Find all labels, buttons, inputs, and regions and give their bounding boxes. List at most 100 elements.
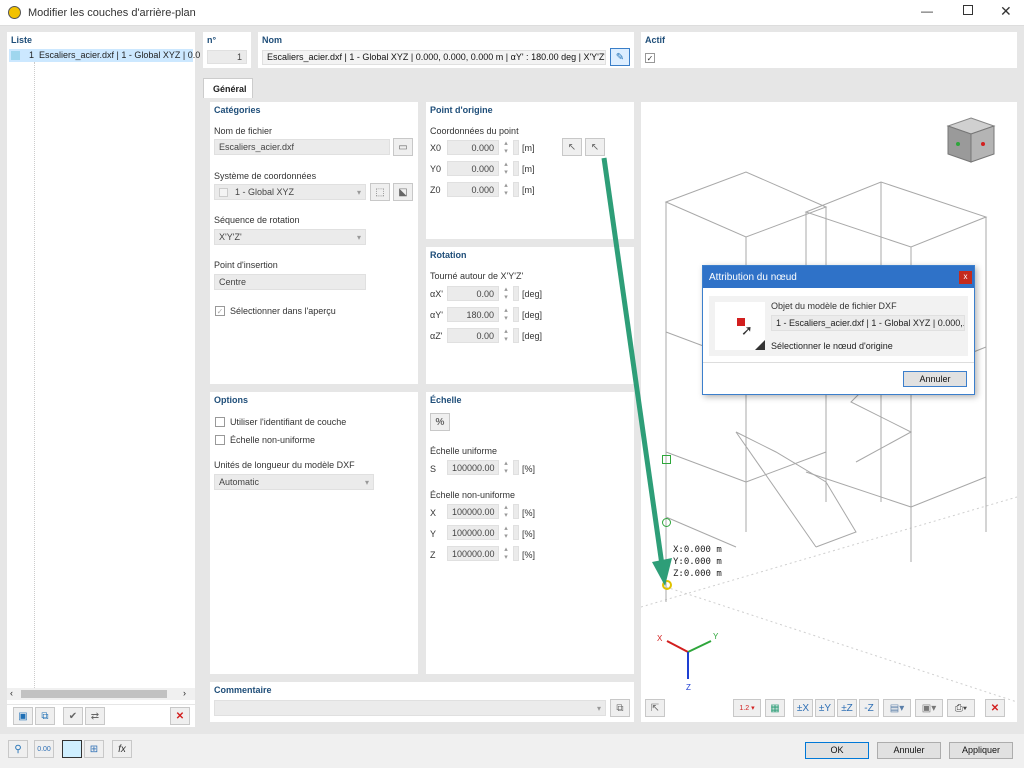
insertion-point-field[interactable]: Centre [214,274,366,290]
reset-view-icon[interactable]: ⇱ [645,699,665,717]
z0-unit: [m] [522,185,535,195]
filename-field[interactable]: Escaliers_acier.dxf [214,139,390,155]
uncheck-all-icon[interactable]: ⇄ [85,707,105,725]
dxf-object-field[interactable]: 1 - Escaliers_acier.dxf | 1 - Global XYZ… [771,315,965,331]
color-icon[interactable] [62,740,82,758]
x0-field[interactable]: 0.000 [447,140,499,155]
az-spacer [513,328,519,343]
y0-stepper[interactable]: ▴ ▾ [499,161,513,177]
sz-spacer [513,546,519,561]
ax-stepper[interactable]: ▴ ▾ [499,286,513,302]
copy-layer-icon[interactable]: ⧉ [35,707,55,725]
print-icon[interactable]: ⎙▾ [947,699,975,717]
z0-axis: Z0 [430,185,441,195]
number-field[interactable]: 1 [207,50,247,64]
x0-stepper[interactable]: ▴ ▾ [499,140,513,156]
pick-node-icon[interactable]: ↖ [585,138,605,156]
horizontal-scrollbar[interactable]: ‹ › [7,688,195,700]
formula-icon[interactable]: fx [112,740,132,758]
view-neg-z-icon[interactable]: -Z [859,699,879,717]
view-x-icon[interactable]: ±X [793,699,813,717]
use-layer-id-checkbox[interactable] [215,417,225,427]
sx-field[interactable]: 100000.00 [447,504,499,519]
az-unit: [deg] [522,331,543,341]
z0-stepper[interactable]: ▴ ▾ [499,182,513,198]
maximize-button[interactable] [963,5,973,15]
categories-header: Catégories [214,105,261,115]
dialog-cancel-button[interactable]: Annuler [903,371,967,387]
comment-header: Commentaire [214,685,272,695]
comment-field[interactable]: ▾ [214,700,606,716]
pick-point-icon[interactable]: ↖ [562,138,582,156]
search-icon[interactable]: ⚲ [8,740,28,758]
nonuniform-scale-label: Échelle non-uniforme [430,490,516,500]
y0-field[interactable]: 0.000 [447,161,499,176]
sz-field[interactable]: 100000.00 [447,546,499,561]
info-icon[interactable]: ⊞ [84,740,104,758]
dialog-title: Attribution du nœud [709,272,797,283]
delete-icon[interactable]: ✕ [170,707,190,725]
edit-coord-system-icon[interactable]: ⬕ [393,183,413,201]
browse-file-icon[interactable]: ▭ [393,138,413,156]
x0-spacer [513,140,519,155]
render-mode-icon[interactable]: ▣▾ [915,699,943,717]
app-icon [8,6,21,19]
new-layer-icon[interactable]: ▣ [13,707,33,725]
cancel-button[interactable]: Annuler [877,742,941,759]
non-uniform-checkbox[interactable] [215,435,225,445]
apply-button[interactable]: Appliquer [949,742,1013,759]
use-layer-id-label: Utiliser l'identifiant de couche [230,417,347,427]
node-marker [662,518,671,527]
scroll-left-icon[interactable]: ‹ [10,688,13,698]
y0-spacer [513,161,519,176]
coord-system-select[interactable]: 1 - Global XYZ ▾ [214,184,366,200]
active-checkbox[interactable]: ✓ [645,53,655,63]
az-stepper[interactable]: ▴ ▾ [499,328,513,344]
tab-general[interactable]: Général [203,78,253,98]
ay-field[interactable]: 180.00 [447,307,499,322]
reset-selection-icon[interactable]: ✕ [985,699,1005,717]
close-button[interactable]: ✕ [1000,3,1012,20]
az-field[interactable]: 0.00 [447,328,499,343]
sz-stepper[interactable]: ▴ ▾ [499,546,513,562]
sy-unit: [%] [522,529,536,539]
dxf-object-label: Objet du modèle de fichier DXF [771,301,897,311]
ay-stepper[interactable]: ▴ ▾ [499,307,513,323]
display-mode-icon[interactable]: ▤▾ [883,699,911,717]
view-y-icon[interactable]: ±Y [815,699,835,717]
select-preview-checkbox[interactable]: ✓ [215,306,225,316]
scroll-thumb[interactable] [21,690,167,698]
comment-copy-icon[interactable]: ⧉ [610,699,630,717]
s-axis: S [430,464,437,474]
list-panel: Liste 1 Escaliers_acier.dxf | 1 - Global… [7,32,200,704]
scroll-right-icon[interactable]: › [183,688,186,698]
units-icon[interactable]: 0.00 [34,740,54,758]
numbering-icon[interactable]: 1.2 ▾ [733,699,761,717]
ax-field[interactable]: 0.00 [447,286,499,301]
new-coord-system-icon[interactable]: ⬚ [370,183,390,201]
non-uniform-label: Échelle non-uniforme [230,435,316,445]
list-item[interactable]: 1 Escaliers_acier.dxf | 1 - Global XYZ |… [9,49,200,62]
check-all-icon[interactable]: ✔ [63,707,83,725]
coord-x-readout: X:0.000 m [673,545,722,555]
ok-button[interactable]: OK [805,742,869,759]
sy-stepper[interactable]: ▴ ▾ [499,525,513,541]
z0-field[interactable]: 0.000 [447,182,499,197]
dialog-close-icon[interactable]: x [959,271,972,284]
sx-stepper[interactable]: ▴ ▾ [499,504,513,520]
minimize-button[interactable]: — [921,4,933,18]
show-model-icon[interactable]: ▦ [765,699,785,717]
s-field[interactable]: 100000.00 [447,460,499,475]
s-stepper[interactable]: ▴ ▾ [499,460,513,476]
view-z-icon[interactable]: ±Z [837,699,857,717]
rotation-sequence-select[interactable]: X'Y'Z' ▾ [214,229,366,245]
sy-field[interactable]: 100000.00 [447,525,499,540]
name-field[interactable]: Escaliers_acier.dxf | 1 - Global XYZ | 0… [262,50,606,65]
select-node-icon[interactable]: ➚ [715,302,765,350]
view-cube-icon[interactable] [946,116,996,164]
axis-x-label: X [657,634,663,643]
percent-icon[interactable]: % [430,413,450,431]
edit-name-icon[interactable]: ✎ [610,48,630,66]
units-select[interactable]: Automatic ▾ [214,474,374,490]
preview-viewport[interactable]: X:0.000 m Y:0.000 m Z:0.000 m X Y Z ⇱ 1.… [641,102,1017,722]
